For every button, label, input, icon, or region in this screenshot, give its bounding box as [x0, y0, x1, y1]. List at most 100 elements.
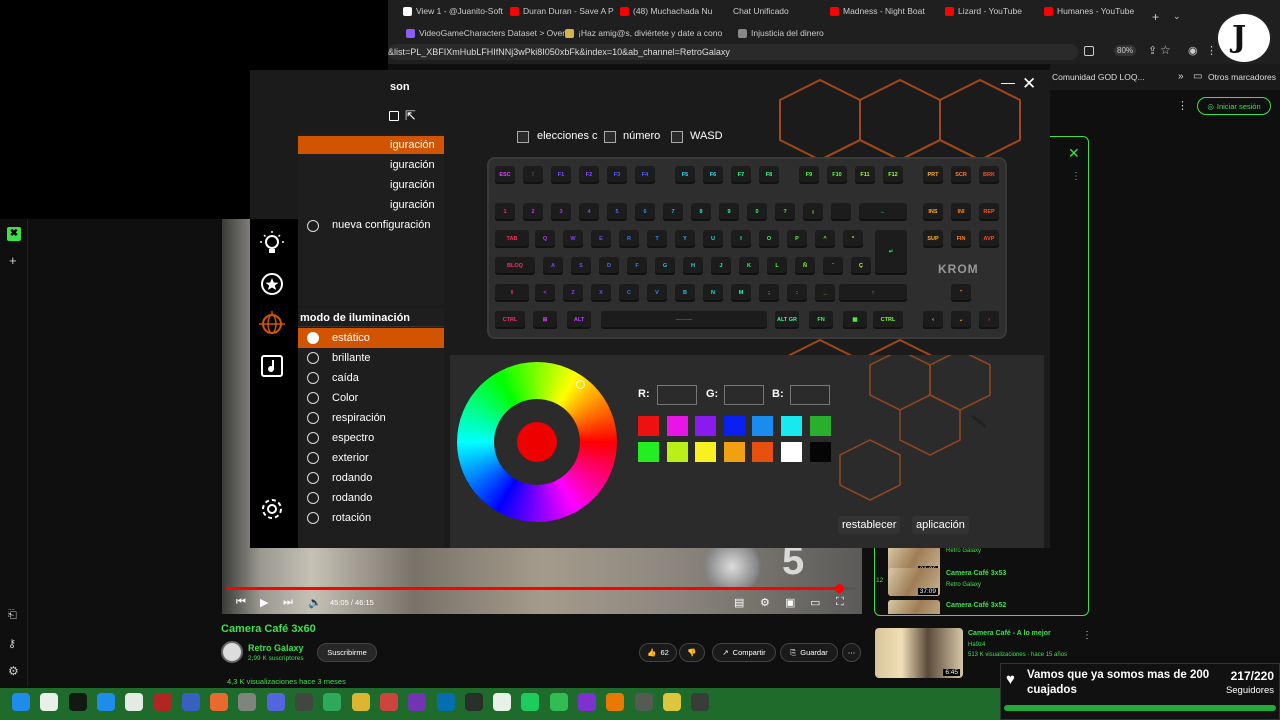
- v-app-icon[interactable]: [181, 693, 200, 711]
- mode-option[interactable]: rotación: [298, 508, 444, 528]
- mode-radio[interactable]: [307, 432, 319, 444]
- settings-side-icon[interactable]: ⚙: [8, 664, 19, 678]
- pen-icon[interactable]: [210, 693, 229, 711]
- theater-icon[interactable]: ▭: [810, 596, 820, 609]
- color-swatch[interactable]: [638, 416, 659, 436]
- keyboard-key[interactable]: 8: [691, 203, 711, 221]
- keyboard-key[interactable]: ALT: [567, 311, 591, 329]
- keyboard-key[interactable]: ↵: [875, 230, 907, 275]
- mode-radio[interactable]: [307, 452, 319, 464]
- notepad-icon[interactable]: [125, 693, 144, 711]
- close-playlist-icon[interactable]: ✕: [1068, 145, 1080, 162]
- keyboard-key[interactable]: ESC: [495, 166, 515, 184]
- record-icon[interactable]: [379, 693, 398, 711]
- subtitles-icon[interactable]: ▤: [734, 596, 744, 609]
- color-swatch[interactable]: [752, 416, 774, 436]
- lightbulb-icon[interactable]: [258, 230, 286, 258]
- channel-avatar[interactable]: [221, 641, 243, 663]
- keyboard-key[interactable]: F10: [827, 166, 847, 184]
- recommended-title[interactable]: Camera Café - A lo mejor: [968, 630, 1051, 637]
- like-button[interactable]: 👍 62: [639, 643, 677, 662]
- keyboard-key[interactable]: TAB: [495, 230, 529, 248]
- keyboard-key[interactable]: M: [731, 284, 751, 302]
- keyboard-key[interactable]: ALT GR: [775, 311, 799, 329]
- keyboard-key[interactable]: F: [627, 257, 647, 275]
- vs-icon[interactable]: [408, 693, 427, 711]
- next-icon[interactable]: ⏭: [283, 596, 293, 609]
- discord-icon[interactable]: [266, 693, 285, 711]
- previous-icon[interactable]: ⏮: [236, 596, 246, 609]
- keyboard-key[interactable]: W: [563, 230, 583, 248]
- keyboard-key[interactable]: ⌄: [951, 311, 971, 329]
- zoom-indicator[interactable]: 80%: [1114, 45, 1137, 56]
- app-icon[interactable]: [68, 693, 87, 711]
- b-input[interactable]: [790, 385, 830, 405]
- share-button[interactable]: ↗ Compartir: [712, 643, 776, 662]
- keyboard-key[interactable]: 3: [551, 203, 571, 221]
- mode-radio[interactable]: [307, 372, 319, 384]
- more-actions-button[interactable]: ⋯: [842, 643, 861, 662]
- url-field[interactable]: &list=PL_XBFIXmHubLFHIfNNj3wPki8I050xbFk…: [388, 44, 1078, 60]
- keyboard-key[interactable]: 0: [747, 203, 767, 221]
- keyboard-key[interactable]: Y: [675, 230, 695, 248]
- mode-option[interactable]: exterior: [298, 448, 444, 468]
- profile-icon[interactable]: ◉: [1188, 44, 1198, 57]
- mode-radio[interactable]: [307, 332, 319, 344]
- color-swatch[interactable]: [809, 416, 831, 436]
- playlist-title[interactable]: Camera Café 3x53: [946, 570, 1006, 577]
- keyboard-key[interactable]: F4: [635, 166, 655, 184]
- keyboard-key[interactable]: ?: [775, 203, 795, 221]
- keyboard-key[interactable]: H: [683, 257, 703, 275]
- mode-radio[interactable]: [307, 512, 319, 524]
- mode-radio[interactable]: [307, 412, 319, 424]
- settings-gear-icon[interactable]: [258, 495, 286, 523]
- checkbox-3[interactable]: [671, 131, 683, 143]
- keyboard-key[interactable]: P: [787, 230, 807, 248]
- mode-radio[interactable]: [307, 472, 319, 484]
- g-input[interactable]: [724, 385, 764, 405]
- mode-option[interactable]: rodando: [298, 468, 444, 488]
- config-item[interactable]: iguración: [298, 196, 444, 214]
- keyboard-key[interactable]: CTRL: [495, 311, 525, 329]
- keyboard-key[interactable]: ‹: [923, 311, 943, 329]
- color-swatch[interactable]: [666, 416, 688, 436]
- share-icon[interactable]: ⇪: [1148, 44, 1157, 57]
- keyboard-key[interactable]: F5: [675, 166, 695, 184]
- keyboard-key[interactable]: 4: [579, 203, 599, 221]
- keyboard-key[interactable]: <: [535, 284, 555, 302]
- config-item[interactable]: nueva configuración: [298, 216, 444, 234]
- browser-tab[interactable]: Humanes - YouTube: [1044, 2, 1144, 20]
- keyboard-key[interactable]: G: [655, 257, 675, 275]
- music-icon[interactable]: [258, 352, 286, 380]
- browser-tab[interactable]: Madness - Night Boat: [830, 2, 939, 20]
- keyboard-key[interactable]: F9: [799, 166, 819, 184]
- install-icon[interactable]: [1084, 46, 1094, 56]
- keyboard-key[interactable]: C: [619, 284, 639, 302]
- keyboard-key[interactable]: ———: [601, 311, 767, 329]
- save-button[interactable]: ⎘ Guardar: [780, 643, 838, 662]
- mode-option[interactable]: brillante: [298, 348, 444, 368]
- r-input[interactable]: [657, 385, 697, 405]
- keyboard-key[interactable]: B: [675, 284, 695, 302]
- tab-list-icon[interactable]: ⌄: [1173, 11, 1181, 22]
- steam-icon[interactable]: [238, 693, 257, 711]
- keyboard-key[interactable]: AVP: [979, 230, 999, 248]
- new-tab-icon[interactable]: +: [1152, 10, 1159, 24]
- keyboard-key[interactable]: F7: [731, 166, 751, 184]
- playlist-menu-icon[interactable]: ⋮: [1071, 171, 1081, 182]
- browser-tab[interactable]: View 1 - @Juanito-Soft: [403, 2, 504, 20]
- keyboard-key[interactable]: 6: [635, 203, 655, 221]
- terminal-icon[interactable]: [153, 693, 172, 711]
- color-swatch[interactable]: [638, 442, 659, 462]
- keyboard-key[interactable]: F11: [855, 166, 875, 184]
- keyboard-key[interactable]: Ñ: [795, 257, 815, 275]
- dislike-button[interactable]: 👎: [679, 643, 705, 662]
- keyboard-key[interactable]: F6: [703, 166, 723, 184]
- close-icon[interactable]: ✕: [1022, 74, 1036, 94]
- keyboard-key[interactable]: [831, 203, 851, 221]
- keyboard-key[interactable]: F12: [883, 166, 903, 184]
- keyboard-key[interactable]: D: [599, 257, 619, 275]
- folder-icon[interactable]: [351, 693, 370, 711]
- playlist-item[interactable]: Camera Café 3x52: [888, 600, 1088, 614]
- keyboard-key[interactable]: *: [843, 230, 863, 248]
